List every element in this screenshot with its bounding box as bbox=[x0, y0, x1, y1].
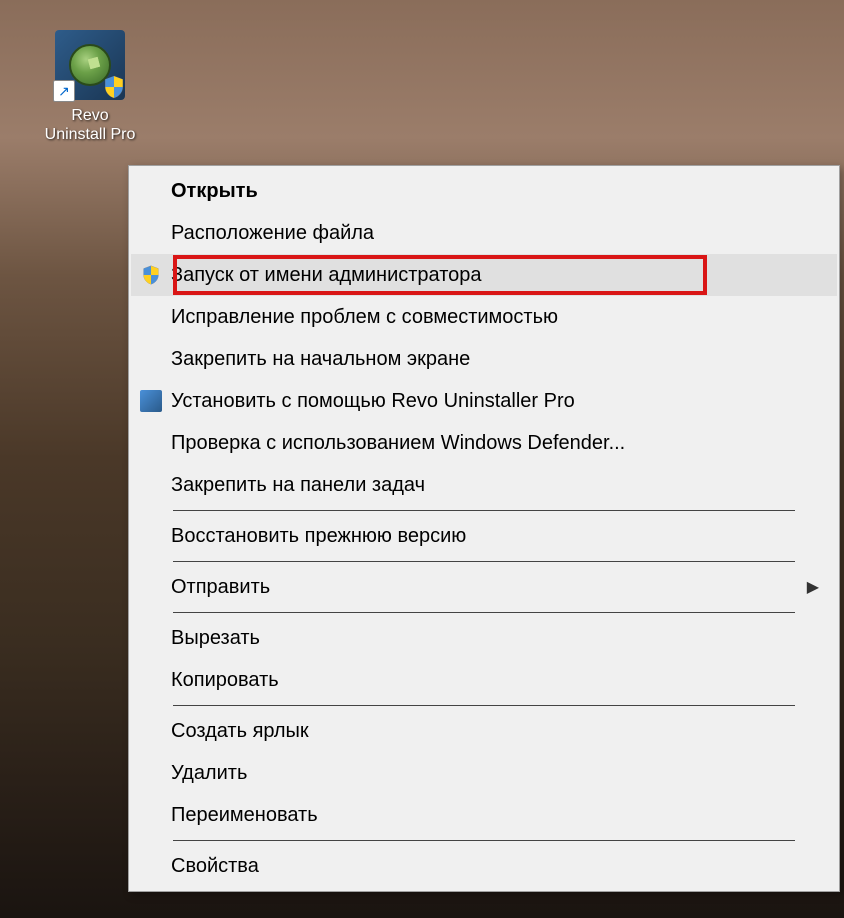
menu-item-label: Открыть bbox=[171, 180, 837, 203]
menu-separator bbox=[173, 510, 795, 511]
menu-item[interactable]: Открыть bbox=[131, 170, 837, 212]
menu-item-label: Восстановить прежнюю версию bbox=[171, 525, 837, 548]
submenu-arrow-icon: ▶ bbox=[807, 577, 819, 597]
menu-item[interactable]: Установить с помощью Revo Uninstaller Pr… bbox=[131, 380, 837, 422]
desktop: ↗ Revo Uninstall Pro Открыть Расположение… bbox=[0, 0, 844, 918]
menu-item[interactable]: Закрепить на начальном экране bbox=[131, 338, 837, 380]
menu-separator bbox=[173, 561, 795, 562]
menu-item-label: Копировать bbox=[171, 669, 837, 692]
menu-item[interactable]: Удалить bbox=[131, 752, 837, 794]
context-menu: Открыть Расположение файла Запуск от имен… bbox=[128, 165, 840, 892]
uac-shield-icon bbox=[101, 74, 127, 100]
menu-item-label: Переименовать bbox=[171, 804, 837, 827]
menu-item-label: Закрепить на начальном экране bbox=[171, 348, 837, 371]
desktop-shortcut-revo[interactable]: ↗ Revo Uninstall Pro bbox=[35, 25, 145, 149]
menu-item-label: Запуск от имени администратора bbox=[171, 264, 837, 287]
menu-item[interactable]: Запуск от имени администратора bbox=[131, 254, 837, 296]
menu-item[interactable]: Переименовать bbox=[131, 794, 837, 836]
menu-separator bbox=[173, 840, 795, 841]
menu-item-label: Расположение файла bbox=[171, 222, 837, 245]
menu-item-label: Установить с помощью Revo Uninstaller Pr… bbox=[171, 390, 837, 413]
menu-item-label: Свойства bbox=[171, 855, 837, 878]
menu-item-label: Создать ярлык bbox=[171, 720, 837, 743]
menu-item-label: Закрепить на панели задач bbox=[171, 474, 837, 497]
revo-icon bbox=[131, 390, 171, 412]
menu-item[interactable]: Свойства bbox=[131, 845, 837, 887]
menu-item[interactable]: Расположение файла bbox=[131, 212, 837, 254]
menu-item[interactable]: Создать ярлык bbox=[131, 710, 837, 752]
app-icon: ↗ bbox=[55, 30, 125, 100]
menu-item-label: Вырезать bbox=[171, 627, 837, 650]
menu-item-label: Отправить bbox=[171, 576, 837, 599]
menu-item-label: Удалить bbox=[171, 762, 837, 785]
menu-item-label: Проверка с использованием Windows Defend… bbox=[171, 432, 837, 455]
menu-item[interactable]: Проверка с использованием Windows Defend… bbox=[131, 422, 837, 464]
menu-item[interactable]: Отправить▶ bbox=[131, 566, 837, 608]
menu-item[interactable]: Копировать bbox=[131, 659, 837, 701]
menu-item[interactable]: Закрепить на панели задач bbox=[131, 464, 837, 506]
menu-separator bbox=[173, 705, 795, 706]
menu-item[interactable]: Восстановить прежнюю версию bbox=[131, 515, 837, 557]
uac-shield-icon bbox=[131, 264, 171, 286]
menu-item-label: Исправление проблем с совместимостью bbox=[171, 306, 837, 329]
shortcut-arrow-icon: ↗ bbox=[53, 80, 75, 102]
desktop-icon-label: Revo Uninstall Pro bbox=[40, 106, 140, 144]
menu-item[interactable]: Вырезать bbox=[131, 617, 837, 659]
menu-separator bbox=[173, 612, 795, 613]
menu-item[interactable]: Исправление проблем с совместимостью bbox=[131, 296, 837, 338]
